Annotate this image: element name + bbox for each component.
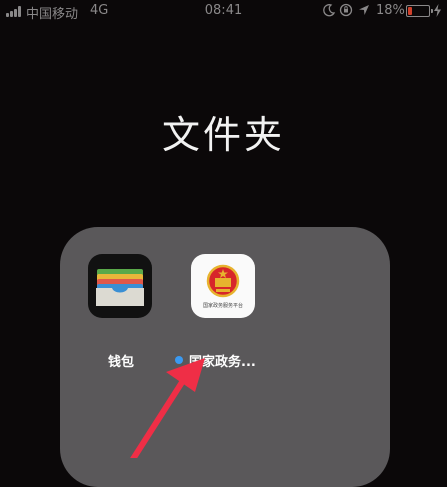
app-label-gov-service: 国家政务...	[189, 355, 256, 370]
app-wallet[interactable]: 钱包	[88, 254, 152, 370]
gov-icon-caption: 国家政务服务平台	[202, 303, 243, 309]
gov-emblem-icon: 国家政务服务平台	[191, 254, 255, 318]
folder-panel: 钱包 国家政务服务平台 国家政务...	[60, 227, 390, 487]
new-app-dot	[175, 356, 183, 364]
app-gov-service[interactable]: 国家政务服务平台 国家政务...	[175, 254, 256, 370]
status-bar: 中国移动 4G 08:41 18%	[0, 0, 447, 22]
charging-icon	[434, 4, 441, 17]
orientation-lock-icon	[339, 3, 353, 17]
location-icon	[359, 5, 369, 15]
app-label-wallet: 钱包	[108, 355, 135, 370]
battery-percent: 18%	[376, 3, 405, 18]
moon-icon	[323, 4, 336, 17]
folder-title[interactable]: 文件夹	[0, 104, 447, 159]
wallet-icon	[88, 254, 152, 318]
battery-icon	[406, 5, 433, 17]
